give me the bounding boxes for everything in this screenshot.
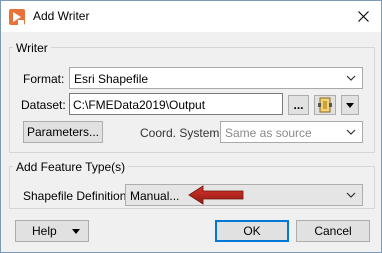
dataset-label: Dataset: [21, 98, 66, 112]
cancel-button[interactable]: Cancel [296, 220, 370, 242]
format-value: Esri Shapefile [74, 72, 149, 86]
chevron-down-icon [346, 129, 356, 135]
chevron-down-icon [346, 75, 356, 81]
dataset-options-button[interactable] [314, 95, 336, 115]
cancel-button-label: Cancel [314, 224, 352, 238]
triangle-down-icon [72, 229, 80, 234]
dataset-value: C:\FMEData2019\Output [73, 98, 206, 112]
add-writer-dialog: Add Writer Writer Format: Esri Shapefile… [0, 0, 382, 253]
ok-button-label: OK [243, 224, 261, 238]
format-label: Format: [23, 72, 65, 86]
dialog-title: Add Writer [33, 9, 90, 23]
shapefile-definition-value: Manual... [130, 189, 180, 203]
shapefile-definition-label: Shapefile Definition: [23, 189, 130, 203]
format-dropdown[interactable]: Esri Shapefile [69, 67, 363, 89]
coord-system-dropdown[interactable]: Same as source [220, 121, 363, 143]
help-button-label: Help [32, 224, 57, 238]
writer-group-title: Writer [13, 41, 51, 55]
title-bar: Add Writer [1, 1, 381, 32]
ok-button[interactable]: OK [215, 220, 289, 242]
coord-system-value: Same as source [225, 126, 312, 140]
close-button[interactable] [349, 4, 377, 28]
file-properties-icon [318, 97, 332, 113]
browse-button-label: ... [293, 98, 304, 112]
triangle-down-icon [346, 102, 354, 108]
help-button[interactable]: Help [15, 220, 89, 242]
callout-arrow-icon [188, 185, 244, 205]
browse-button[interactable]: ... [288, 95, 309, 115]
fme-writer-icon [9, 9, 25, 25]
close-icon [357, 10, 369, 22]
chevron-down-icon [346, 192, 356, 198]
coord-system-label: Coord. System: [140, 126, 223, 140]
dataset-dropdown-button[interactable] [341, 95, 359, 115]
parameters-button-label: Parameters... [26, 125, 100, 139]
dataset-input[interactable]: C:\FMEData2019\Output [69, 93, 283, 115]
parameters-button[interactable]: Parameters... [23, 121, 103, 143]
feature-type-group-title: Add Feature Type(s) [13, 160, 129, 174]
